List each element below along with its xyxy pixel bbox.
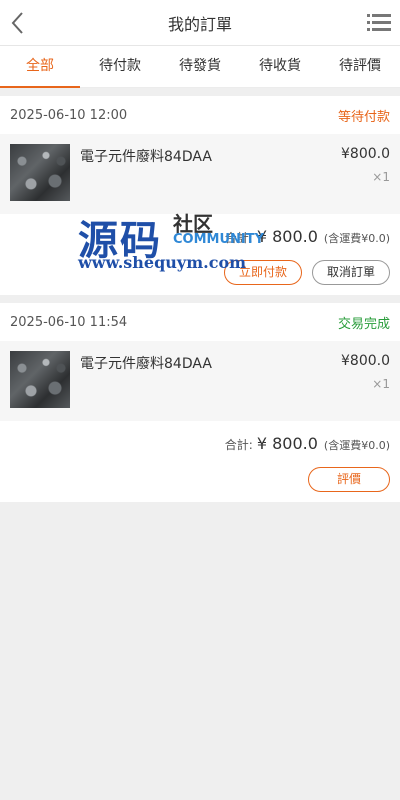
order-status: 交易完成 <box>337 316 390 332</box>
page-title: 我的訂單 <box>167 14 232 34</box>
order-item[interactable]: 電子元件廢料84DAA ¥800.0 ×1 <box>0 134 400 214</box>
order-item[interactable]: 電子元件廢料84DAA ¥800.0 ×1 <box>0 341 400 421</box>
product-price: ¥800.0 <box>341 353 390 369</box>
order-status: 等待付款 <box>337 109 390 125</box>
order-header: 2025-06-10 11:54 交易完成 <box>0 303 400 341</box>
menu-button[interactable] <box>367 13 391 33</box>
order-actions: 立即付款 取消訂單 <box>10 260 390 285</box>
order-footer: 合計: ¥ 800.0 (含運費¥0.0) 評價 <box>0 421 400 502</box>
product-price-block: ¥800.0 ×1 <box>341 351 390 411</box>
product-quantity: ×1 <box>372 377 390 391</box>
order-header: 2025-06-10 12:00 等待付款 <box>0 96 400 134</box>
total-amount: ¥ 800.0 <box>256 227 318 246</box>
top-bar: 我的訂單 <box>0 0 400 46</box>
order-card: 2025-06-10 11:54 交易完成 電子元件廢料84DAA ¥800.0… <box>0 303 400 502</box>
product-name[interactable]: 電子元件廢料84DAA <box>80 146 341 204</box>
order-total: 合計: ¥ 800.0 (含運費¥0.0) <box>10 421 390 467</box>
back-button[interactable] <box>8 9 34 37</box>
tab-all[interactable]: 全部 <box>0 46 80 88</box>
product-thumbnail[interactable] <box>10 351 70 408</box>
chevron-left-icon <box>11 12 23 34</box>
pay-now-button[interactable]: 立即付款 <box>223 260 302 285</box>
product-price-block: ¥800.0 ×1 <box>341 144 390 204</box>
tab-pending-payment[interactable]: 待付款 <box>80 46 160 87</box>
total-label: 合計: <box>224 438 253 452</box>
cancel-order-button[interactable]: 取消訂單 <box>311 260 390 285</box>
tab-pending-shipment[interactable]: 待發貨 <box>160 46 240 87</box>
order-total: 合計: ¥ 800.0 (含運費¥0.0) <box>10 214 390 260</box>
total-label: 合計: <box>224 231 253 245</box>
total-amount: ¥ 800.0 <box>256 434 318 453</box>
order-footer: 合計: ¥ 800.0 (含運費¥0.0) 立即付款 取消訂單 <box>0 214 400 295</box>
product-price: ¥800.0 <box>341 146 390 162</box>
order-time: 2025-06-10 11:54 <box>10 314 128 330</box>
shipping-fee: (含運費¥0.0) <box>323 232 390 245</box>
product-thumbnail[interactable] <box>10 144 70 201</box>
tab-pending-review[interactable]: 待評價 <box>320 46 400 87</box>
order-actions: 評價 <box>10 467 390 492</box>
order-tabs: 全部 待付款 待發貨 待收貨 待評價 <box>0 46 400 88</box>
list-menu-icon <box>367 14 391 31</box>
order-card: 2025-06-10 12:00 等待付款 電子元件廢料84DAA ¥800.0… <box>0 96 400 295</box>
product-quantity: ×1 <box>372 170 390 184</box>
shipping-fee: (含運費¥0.0) <box>323 439 390 452</box>
order-time: 2025-06-10 12:00 <box>10 107 128 123</box>
review-button[interactable]: 評價 <box>308 467 390 492</box>
tab-pending-receipt[interactable]: 待收貨 <box>240 46 320 87</box>
product-name[interactable]: 電子元件廢料84DAA <box>80 353 341 411</box>
